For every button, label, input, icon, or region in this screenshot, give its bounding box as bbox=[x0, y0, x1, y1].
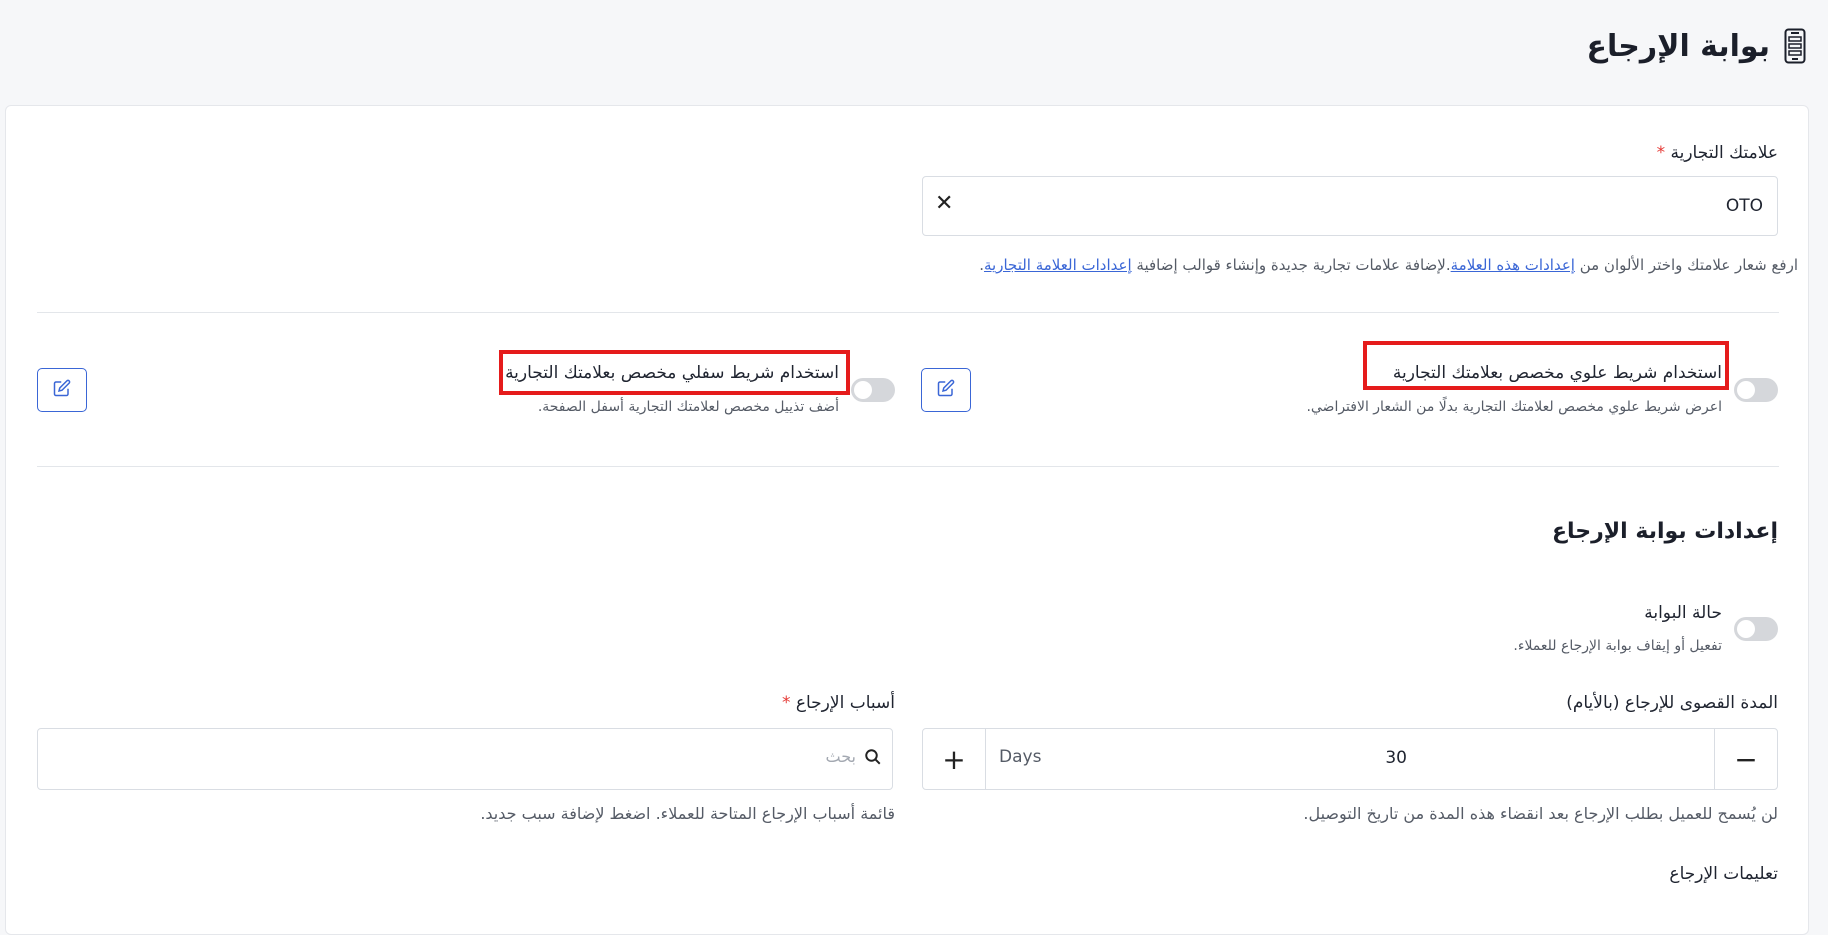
bottom-bar-description: أضف تذييل مخصص لعلامتك التجارية أسفل الص… bbox=[537, 399, 839, 415]
bottom-bar-toggle[interactable] bbox=[851, 378, 895, 402]
max-days-help: لن يُسمح للعميل بطلب الإرجاع بعد انقضاء … bbox=[1303, 804, 1778, 823]
top-bar-description: اعرض شريط علوي مخصص لعلامتك التجارية بدل… bbox=[1306, 399, 1722, 415]
edit-bottom-bar-button[interactable] bbox=[37, 368, 87, 412]
brand-label: علامتك التجارية * bbox=[1656, 143, 1778, 163]
page-header: بوابة الإرجاع bbox=[1586, 28, 1806, 64]
highlight-box bbox=[499, 350, 850, 395]
required-mark: * bbox=[781, 693, 791, 713]
search-icon bbox=[864, 748, 882, 770]
divider bbox=[37, 466, 1779, 467]
brand-select[interactable]: OTO ✕ bbox=[922, 176, 1778, 236]
decrement-button[interactable]: − bbox=[1714, 729, 1777, 789]
page-title: بوابة الإرجاع bbox=[1586, 28, 1770, 64]
brand-help-text: ارفع شعار علامتك واختر الألوان من إعدادا… bbox=[979, 256, 1798, 274]
search-input[interactable] bbox=[556, 747, 856, 766]
edit-icon bbox=[937, 379, 955, 401]
increment-button[interactable]: + bbox=[923, 729, 986, 789]
max-days-stepper[interactable]: − 30 Days + bbox=[922, 728, 1778, 790]
portal-status-label: حالة البوابة bbox=[1644, 603, 1722, 623]
required-mark: * bbox=[1656, 143, 1666, 163]
highlight-box bbox=[1363, 341, 1729, 390]
max-days-label: المدة القصوى للإرجاع (بالأيام) bbox=[1566, 693, 1778, 713]
max-days-value[interactable]: 30 bbox=[1385, 748, 1407, 768]
settings-card: علامتك التجارية * OTO ✕ ارفع شعار علامتك… bbox=[5, 105, 1809, 935]
phone-icon bbox=[1784, 28, 1806, 64]
edit-icon bbox=[53, 379, 71, 401]
top-bar-toggle[interactable] bbox=[1734, 378, 1778, 402]
return-instructions-label: تعليمات الإرجاع bbox=[1669, 864, 1778, 884]
return-reasons-label: أسباب الإرجاع * bbox=[781, 693, 895, 713]
edit-top-bar-button[interactable] bbox=[921, 368, 971, 412]
return-reasons-search[interactable] bbox=[37, 728, 893, 790]
portal-status-description: تفعيل أو إيقاف بوابة الإرجاع للعملاء. bbox=[1513, 638, 1722, 654]
brand-selected-value: OTO bbox=[1725, 196, 1763, 216]
divider bbox=[37, 312, 1779, 313]
portal-status-toggle[interactable] bbox=[1734, 617, 1778, 641]
return-reasons-help: قائمة أسباب الإرجاع المتاحة للعملاء. اضغ… bbox=[480, 804, 895, 823]
clear-icon[interactable]: ✕ bbox=[935, 191, 953, 216]
brand-global-settings-link[interactable]: إعدادات العلامة التجارية bbox=[984, 256, 1132, 274]
max-days-unit: Days bbox=[999, 747, 1042, 767]
portal-settings-title: إعدادات بوابة الإرجاع bbox=[1551, 519, 1778, 544]
brand-settings-link[interactable]: إعدادات هذه العلامة bbox=[1451, 256, 1575, 274]
